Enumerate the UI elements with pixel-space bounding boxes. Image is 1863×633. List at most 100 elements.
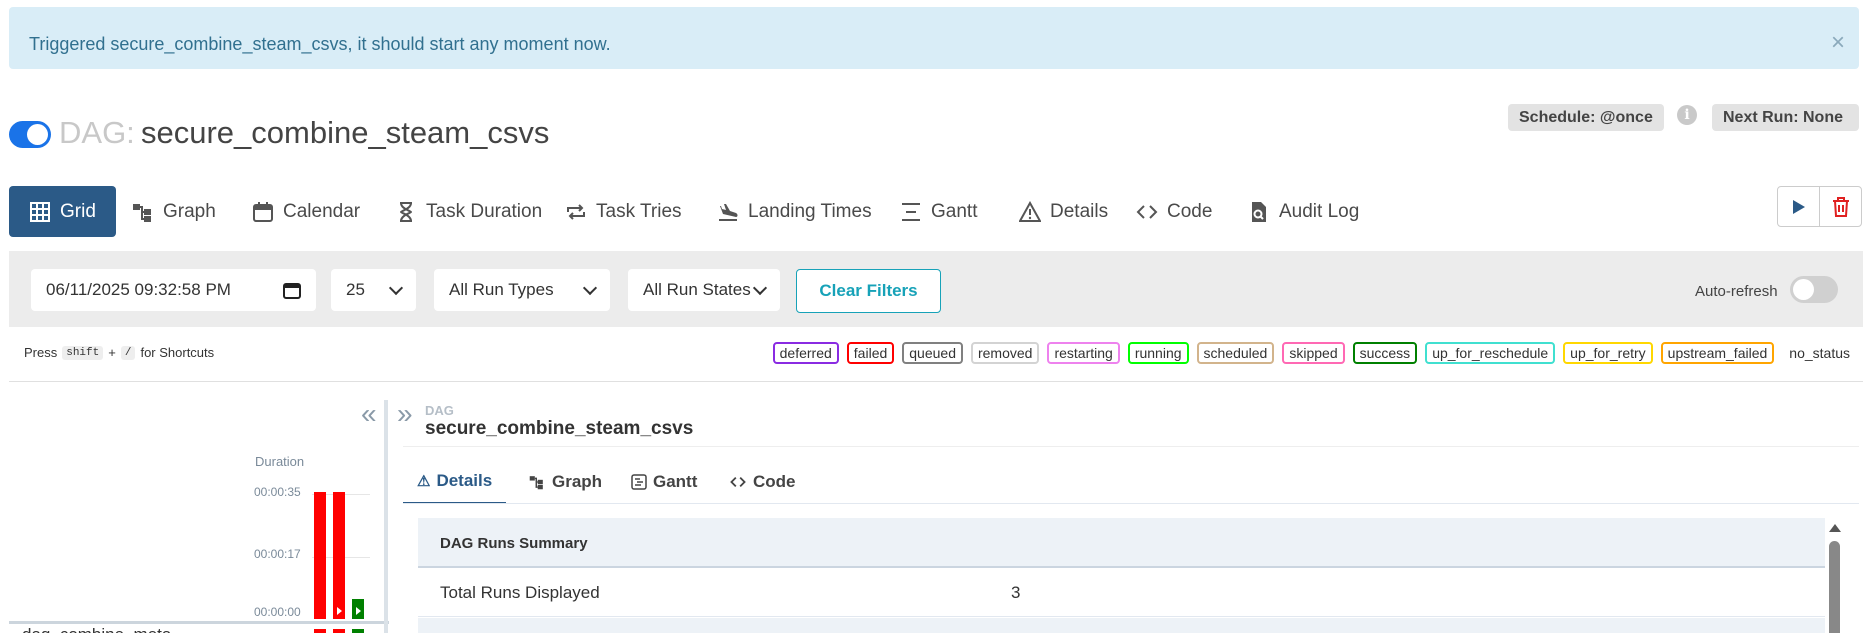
scroll-up-arrow-icon[interactable] bbox=[1829, 524, 1841, 532]
duration-tick: 00:00:35 bbox=[254, 485, 301, 499]
duration-axis-label: Duration bbox=[255, 454, 305, 469]
code-icon bbox=[1136, 204, 1158, 219]
tab-graph-label: Graph bbox=[163, 200, 216, 222]
duration-tick: 00:00:17 bbox=[254, 547, 301, 561]
tab-details-label: Details bbox=[1050, 200, 1109, 222]
auto-refresh-toggle[interactable] bbox=[1790, 276, 1838, 303]
warning-icon bbox=[1019, 200, 1041, 222]
subtab-code[interactable]: Code bbox=[715, 459, 810, 504]
trigger-dag-button[interactable] bbox=[1777, 186, 1820, 227]
shortcut-plus: + bbox=[108, 345, 116, 360]
repeat-icon bbox=[567, 203, 585, 220]
tab-grid[interactable]: Grid bbox=[9, 186, 116, 237]
run-state-value: All Run States bbox=[643, 280, 751, 299]
gantt-icon bbox=[631, 473, 647, 490]
tab-details[interactable]: Details bbox=[999, 186, 1128, 237]
warning-icon: ⚠ bbox=[417, 472, 431, 490]
legend-item-up-for-reschedule[interactable]: up_for_reschedule bbox=[1425, 342, 1556, 364]
legend-item-up-for-retry[interactable]: up_for_retry bbox=[1563, 342, 1653, 364]
tab-graph[interactable]: Graph bbox=[112, 186, 236, 237]
chevron-down-icon bbox=[582, 280, 598, 295]
subtab-code-label: Code bbox=[753, 471, 796, 491]
tab-task-duration[interactable]: Task Duration bbox=[375, 186, 562, 237]
legend-item-failed[interactable]: failed bbox=[846, 342, 895, 364]
run-type-select[interactable]: All Run Types bbox=[434, 269, 610, 311]
tab-grid-label: Grid bbox=[60, 200, 96, 222]
calendar-icon[interactable] bbox=[283, 281, 301, 299]
base-date-input[interactable]: 06/11/2025 09:32:58 PM bbox=[31, 269, 316, 311]
grid-separator bbox=[9, 621, 389, 624]
breadcrumb-title[interactable]: secure_combine_steam_csvs bbox=[425, 418, 693, 440]
dag-pause-toggle[interactable] bbox=[9, 121, 51, 148]
graph-icon bbox=[529, 475, 543, 489]
tab-gantt[interactable]: Gantt bbox=[880, 186, 997, 237]
legend-item-no-status[interactable]: no_status bbox=[1782, 342, 1857, 364]
airflow-dag-page: Triggered secure_combine_steam_csvs, it … bbox=[0, 0, 1863, 633]
subtab-details-label: Details bbox=[436, 470, 493, 490]
subtab-graph-label: Graph bbox=[552, 471, 603, 491]
legend-item-skipped[interactable]: skipped bbox=[1282, 342, 1345, 364]
subtab-gantt[interactable]: Gantt bbox=[617, 459, 711, 504]
legend-item-scheduled[interactable]: scheduled bbox=[1196, 342, 1275, 364]
schedule-badge: Schedule: @once bbox=[1508, 104, 1664, 131]
subtab-details[interactable]: ⚠ Details bbox=[403, 459, 507, 504]
task-instance-cell[interactable] bbox=[352, 629, 364, 633]
tab-task-tries[interactable]: Task Tries bbox=[545, 186, 702, 237]
page-title: secure_combine_steam_csvs bbox=[141, 115, 550, 150]
legend-item-restarting[interactable]: restarting bbox=[1047, 342, 1120, 364]
tab-calendar[interactable]: Calendar bbox=[232, 186, 380, 237]
legend-item-queued[interactable]: queued bbox=[902, 342, 963, 364]
auto-refresh-label: Auto-refresh bbox=[1695, 283, 1778, 300]
num-runs-select[interactable]: 25 bbox=[331, 269, 416, 311]
tab-task-duration-label: Task Duration bbox=[426, 200, 543, 222]
play-icon bbox=[1792, 199, 1805, 214]
file-search-icon bbox=[1252, 201, 1266, 222]
plane-landing-icon bbox=[719, 203, 738, 221]
num-runs-value: 25 bbox=[346, 280, 365, 299]
chevron-down-icon bbox=[388, 280, 404, 295]
collapse-grid-icon[interactable]: « bbox=[361, 400, 377, 428]
tab-audit-log[interactable]: Audit Log bbox=[1228, 186, 1379, 237]
base-date-value: 06/11/2025 09:32:58 PM bbox=[46, 280, 231, 299]
next-run-badge: Next Run: None bbox=[1712, 104, 1859, 131]
manual-run-icon bbox=[337, 607, 342, 615]
divider bbox=[403, 503, 1859, 504]
shortcut-key-slash: / bbox=[120, 345, 136, 360]
expand-details-icon[interactable]: » bbox=[397, 400, 413, 428]
legend-item-running[interactable]: running bbox=[1127, 342, 1189, 364]
shortcut-key-shift: shift bbox=[62, 345, 104, 360]
manual-run-icon bbox=[356, 607, 361, 615]
subtab-graph[interactable]: Graph bbox=[514, 459, 616, 504]
summary-header: DAG Runs Summary bbox=[418, 518, 1825, 568]
task-instance-cell[interactable] bbox=[314, 629, 326, 633]
tab-gantt-label: Gantt bbox=[931, 200, 978, 222]
task-instance-cell[interactable] bbox=[333, 629, 345, 633]
tab-landing-times[interactable]: Landing Times bbox=[697, 186, 892, 237]
divider bbox=[403, 446, 1859, 447]
close-icon[interactable]: × bbox=[1831, 31, 1845, 55]
row-key: Total Runs Displayed bbox=[440, 583, 600, 602]
table-row: Total Runs Displayed 3 bbox=[418, 568, 1825, 617]
hourglass-icon bbox=[399, 201, 413, 222]
trigger-alert: Triggered secure_combine_steam_csvs, it … bbox=[9, 7, 1859, 69]
delete-dag-button[interactable] bbox=[1819, 186, 1862, 227]
breadcrumb-label: DAG bbox=[425, 403, 454, 418]
run-bar-failed[interactable] bbox=[314, 492, 326, 619]
legend-item-removed[interactable]: removed bbox=[970, 342, 1040, 364]
legend-item-upstream-failed[interactable]: upstream_failed bbox=[1660, 342, 1775, 364]
run-state-select[interactable]: All Run States bbox=[628, 269, 780, 311]
run-bar-success[interactable] bbox=[352, 599, 364, 619]
run-bar-failed[interactable] bbox=[333, 492, 345, 619]
info-icon[interactable]: i bbox=[1677, 105, 1697, 125]
legend-item-success[interactable]: success bbox=[1352, 342, 1418, 364]
task-row-label[interactable]: dag_combine_meta bbox=[22, 625, 171, 633]
scrollbar-thumb[interactable] bbox=[1829, 541, 1840, 633]
panel-resizer[interactable] bbox=[384, 400, 388, 633]
graph-icon bbox=[133, 203, 151, 222]
legend-item-deferred[interactable]: deferred bbox=[772, 342, 839, 364]
clear-filters-button[interactable]: Clear Filters bbox=[796, 269, 941, 313]
tab-code[interactable]: Code bbox=[1116, 186, 1232, 237]
table-row bbox=[418, 618, 1825, 633]
grid-icon bbox=[30, 201, 50, 222]
summary-title: DAG Runs Summary bbox=[440, 535, 588, 552]
